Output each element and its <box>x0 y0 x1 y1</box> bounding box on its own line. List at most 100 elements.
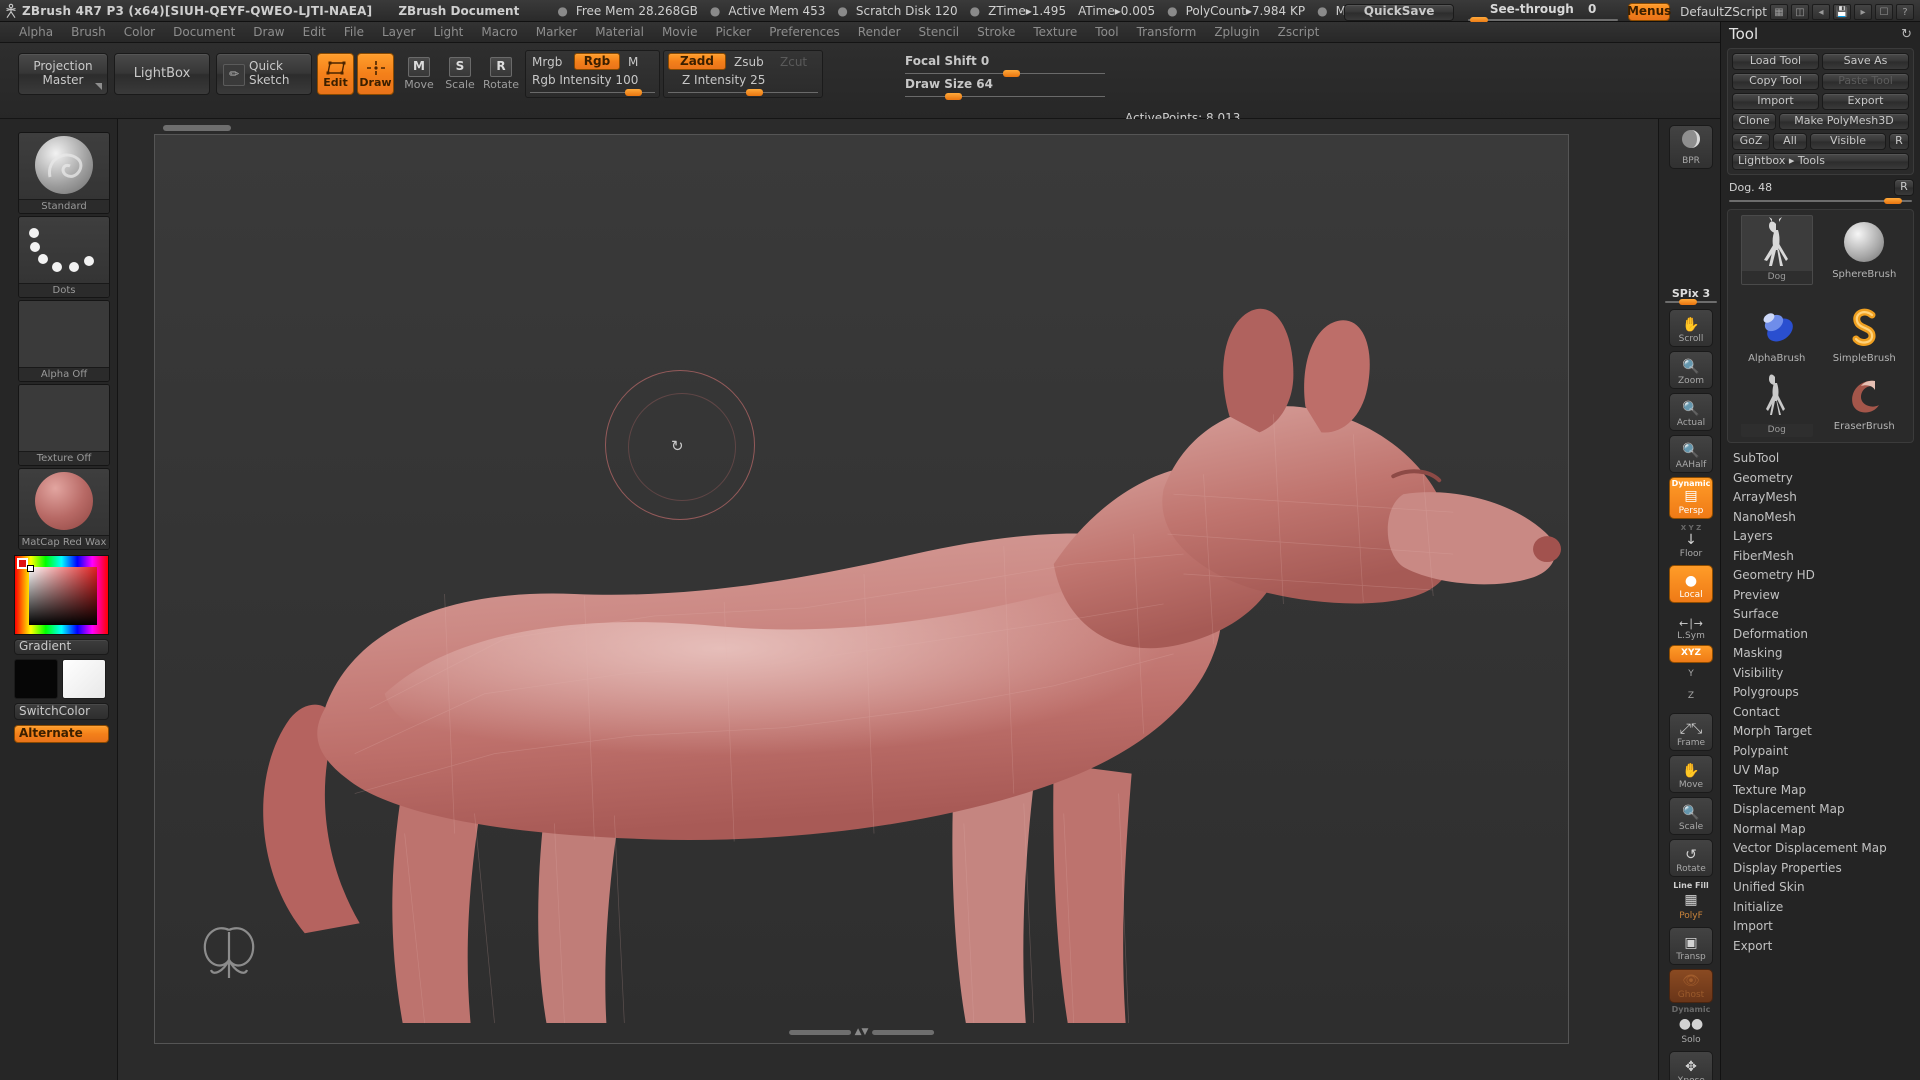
goz-button[interactable]: GoZ <box>1732 133 1770 150</box>
secondary-color-swatch[interactable] <box>62 659 106 699</box>
tool-menu-layers[interactable]: Layers <box>1721 527 1920 547</box>
tool-menu-visibility[interactable]: Visibility <box>1721 664 1920 684</box>
bpr-button[interactable]: BPR <box>1669 125 1713 169</box>
load-tool-button[interactable]: Load Tool <box>1732 53 1819 70</box>
menu-item-zplugin[interactable]: Zplugin <box>1205 25 1268 39</box>
menu-item-edit[interactable]: Edit <box>294 25 335 39</box>
tool-menu-subtool[interactable]: SubTool <box>1721 449 1920 469</box>
rotate-gizmo-button[interactable]: ↺ Rotate <box>1669 839 1713 877</box>
tray-right-icon[interactable]: ▸ <box>1854 4 1872 20</box>
transparency-button[interactable]: ▣ Transp <box>1669 927 1713 965</box>
tool-menu-arraymesh[interactable]: ArrayMesh <box>1721 488 1920 508</box>
current-tool-r-button[interactable]: R <box>1894 179 1914 196</box>
save-icon[interactable]: 💾 <box>1833 4 1851 20</box>
xyz-button[interactable]: XYZ <box>1669 645 1713 663</box>
tool-menu-import[interactable]: Import <box>1721 917 1920 937</box>
dog-thumbnail-selected[interactable]: Dog <box>1740 215 1813 285</box>
ghost-button[interactable]: 👁 Ghost <box>1669 969 1713 1003</box>
quicksave-button[interactable]: QuickSave <box>1344 3 1455 21</box>
zcut-button[interactable]: Zcut <box>780 55 807 69</box>
tool-menu-morph-target[interactable]: Morph Target <box>1721 722 1920 742</box>
menu-item-picker[interactable]: Picker <box>706 25 760 39</box>
rgb-intensity-slider[interactable] <box>530 88 655 97</box>
canvas-scrollbar-top[interactable] <box>163 125 231 131</box>
lightbox-button[interactable]: LightBox <box>114 53 210 95</box>
menu-item-color[interactable]: Color <box>115 25 164 39</box>
help-icon[interactable]: ? <box>1896 4 1914 20</box>
gradient-button[interactable]: Gradient <box>14 639 109 655</box>
local-button[interactable]: ● Local <box>1669 565 1713 603</box>
menu-item-texture[interactable]: Texture <box>1024 25 1086 39</box>
polyframe-button[interactable]: Line Fill ▦ PolyF <box>1669 881 1713 923</box>
move-gizmo-button[interactable]: ✋ Move <box>1669 755 1713 793</box>
quick-sketch-button[interactable]: ✏ Quick Sketch <box>216 53 312 95</box>
tool-menu-displacement-map[interactable]: Displacement Map <box>1721 800 1920 820</box>
make-polymesh3d-button[interactable]: Make PolyMesh3D <box>1779 113 1909 130</box>
scrollbar-thumb[interactable] <box>788 1029 851 1035</box>
canvas-scrollbar-bottom[interactable]: ▲▼ <box>788 1027 935 1037</box>
menu-item-stroke[interactable]: Stroke <box>968 25 1024 39</box>
switch-color-button[interactable]: SwitchColor <box>14 703 109 720</box>
menus-button[interactable]: Menus <box>1627 3 1671 21</box>
move-mode-button[interactable]: M Move <box>399 53 439 95</box>
slider-knob[interactable] <box>625 89 642 96</box>
tool-menu-export[interactable]: Export <box>1721 937 1920 957</box>
tool-menu-texture-map[interactable]: Texture Map <box>1721 781 1920 801</box>
alternate-button[interactable]: Alternate <box>14 725 109 743</box>
saturation-value-square[interactable] <box>29 567 97 625</box>
alpha-swatch[interactable]: Alpha Off <box>18 300 110 382</box>
tool-menu-preview[interactable]: Preview <box>1721 586 1920 606</box>
actual-size-button[interactable]: 🔍 Actual <box>1669 393 1713 431</box>
tool-menu-initialize[interactable]: Initialize <box>1721 898 1920 918</box>
menu-item-brush[interactable]: Brush <box>62 25 115 39</box>
save-as-button[interactable]: Save As <box>1822 53 1909 70</box>
simple-brush-thumbnail[interactable] <box>1828 299 1900 353</box>
tool-menu-surface[interactable]: Surface <box>1721 605 1920 625</box>
slider-knob[interactable] <box>746 89 763 96</box>
tool-thumbnail[interactable]: AlphaBrush <box>1733 299 1821 367</box>
layers-icon[interactable]: ◫ <box>1791 4 1809 20</box>
tool-thumbnail[interactable]: SimpleBrush <box>1821 299 1909 367</box>
slider-knob[interactable] <box>1884 198 1902 204</box>
frame-button[interactable]: ⤢⤡ Frame <box>1669 713 1713 751</box>
main-color-swatch[interactable] <box>14 659 58 699</box>
tool-menu-masking[interactable]: Masking <box>1721 644 1920 664</box>
tool-thumbnail[interactable]: Dog . <box>1733 215 1821 299</box>
grid-icon[interactable]: ▦ <box>1770 4 1788 20</box>
aahalf-button[interactable]: 🔍 AAHalf <box>1669 435 1713 473</box>
tool-menu-geometry[interactable]: Geometry <box>1721 469 1920 489</box>
alpha-brush-thumbnail[interactable] <box>1741 299 1813 353</box>
visible-r-button[interactable]: R <box>1889 133 1909 150</box>
export-button[interactable]: Export <box>1822 93 1909 110</box>
slider-knob[interactable] <box>1003 70 1020 77</box>
scroll-down-icon[interactable]: ▲▼ <box>855 1027 869 1037</box>
scale-gizmo-button[interactable]: 🔍 Scale <box>1669 797 1713 835</box>
menu-item-transform[interactable]: Transform <box>1128 25 1206 39</box>
scrollbar-thumb[interactable] <box>872 1029 935 1035</box>
perspective-button[interactable]: Dynamic ▤ Persp <box>1669 477 1713 519</box>
menu-item-movie[interactable]: Movie <box>653 25 707 39</box>
menu-item-preferences[interactable]: Preferences <box>760 25 849 39</box>
material-swatch[interactable]: MatCap Red Wax <box>18 468 110 550</box>
reset-icon[interactable]: ↻ <box>1901 27 1912 42</box>
tool-menu-normal-map[interactable]: Normal Map <box>1721 820 1920 840</box>
z-intensity-slider[interactable] <box>668 88 818 97</box>
projection-master-button[interactable]: Projection Master <box>18 53 108 95</box>
tool-menu-display-properties[interactable]: Display Properties <box>1721 859 1920 879</box>
menu-item-marker[interactable]: Marker <box>527 25 586 39</box>
color-picker[interactable] <box>14 555 109 635</box>
spix-slider[interactable]: SPix 3 <box>1665 287 1717 305</box>
tool-menu-vector-displacement-map[interactable]: Vector Displacement Map <box>1721 839 1920 859</box>
scale-mode-button[interactable]: S Scale <box>440 53 480 95</box>
sphere-brush-thumbnail[interactable] <box>1828 215 1900 269</box>
tool-menu-fibermesh[interactable]: FiberMesh <box>1721 547 1920 567</box>
xpose-button[interactable]: ✥ Xpose <box>1669 1051 1713 1080</box>
document-canvas[interactable]: ↻ ▲▼ <box>154 125 1569 1044</box>
tool-menu-uv-map[interactable]: UV Map <box>1721 761 1920 781</box>
slider-knob[interactable] <box>1679 299 1697 305</box>
menu-item-light[interactable]: Light <box>424 25 472 39</box>
zscript-label[interactable]: DefaultZScript <box>1680 5 1767 19</box>
solo-button[interactable]: Dynamic ●● Solo <box>1669 1005 1713 1047</box>
menu-item-layer[interactable]: Layer <box>373 25 424 39</box>
tool-menu-geometry-hd[interactable]: Geometry HD <box>1721 566 1920 586</box>
